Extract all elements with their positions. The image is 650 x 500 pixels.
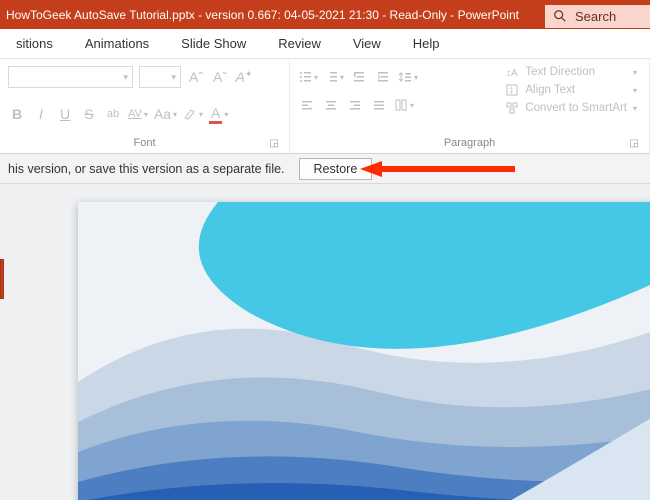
justify-button[interactable]	[370, 94, 388, 116]
chevron-down-icon: ▾	[340, 73, 344, 82]
font-name-combo[interactable]: ▾	[8, 66, 133, 88]
increase-font-size-button[interactable]: Aˆ	[187, 66, 205, 88]
annotation-arrow-icon	[360, 160, 515, 178]
svg-text:‡: ‡	[509, 86, 513, 95]
paragraph-group: ▾ ▾ ▾ ▾ ↕A Text Direction▾	[290, 59, 650, 153]
align-right-icon	[348, 98, 362, 112]
dialog-launcher-icon[interactable]: ◲	[270, 138, 279, 149]
slide-canvas[interactable]	[78, 202, 650, 500]
chevron-down-icon: ▾	[144, 110, 148, 119]
slide-editor-area	[0, 184, 650, 500]
align-right-button[interactable]	[346, 94, 364, 116]
chevron-down-icon: ▾	[123, 72, 128, 83]
tab-review[interactable]: Review	[262, 29, 337, 59]
indent-icon	[376, 70, 390, 84]
bullets-button[interactable]: ▾	[298, 66, 318, 88]
search-icon	[553, 9, 567, 23]
decrease-font-size-button[interactable]: Aˇ	[211, 66, 229, 88]
align-center-button[interactable]	[322, 94, 340, 116]
character-spacing-button[interactable]: AV▾	[128, 103, 148, 125]
clear-formatting-button[interactable]: A✦	[235, 66, 253, 88]
align-left-button[interactable]	[298, 94, 316, 116]
bold-button[interactable]: B	[8, 103, 26, 125]
increase-indent-button[interactable]	[374, 66, 392, 88]
line-spacing-icon	[398, 70, 412, 84]
tab-view[interactable]: View	[337, 29, 397, 59]
align-center-icon	[324, 98, 338, 112]
font-highlight-button[interactable]: ▾	[183, 103, 203, 125]
dialog-launcher-icon[interactable]: ◲	[630, 138, 639, 149]
tab-help[interactable]: Help	[397, 29, 456, 59]
tab-transitions[interactable]: sitions	[0, 29, 69, 59]
decrease-indent-button[interactable]	[350, 66, 368, 88]
outdent-icon	[352, 70, 366, 84]
chevron-down-icon: ▾	[171, 72, 176, 83]
search-box[interactable]: Search	[545, 5, 650, 28]
justify-icon	[372, 98, 386, 112]
thumbnail-accent	[0, 259, 4, 299]
bullets-icon	[298, 70, 312, 84]
numbering-icon	[324, 70, 338, 84]
text-direction-icon: ↕A	[505, 65, 519, 79]
italic-button[interactable]: I	[32, 103, 50, 125]
title-bar-text: HowToGeek AutoSave Tutorial.pptx - versi…	[0, 8, 545, 22]
line-spacing-button[interactable]: ▾	[398, 66, 418, 88]
chevron-down-icon: ▾	[410, 101, 414, 110]
highlight-icon	[183, 107, 197, 121]
columns-button[interactable]: ▾	[394, 94, 414, 116]
chevron-down-icon: ▾	[224, 110, 228, 119]
font-size-combo[interactable]: ▾	[139, 66, 181, 88]
chevron-down-icon: ▾	[633, 104, 637, 113]
tab-animations[interactable]: Animations	[69, 29, 165, 59]
chevron-down-icon: ▾	[414, 73, 418, 82]
restore-message: his version, or save this version as a s…	[8, 162, 285, 176]
title-bar: HowToGeek AutoSave Tutorial.pptx - versi…	[0, 0, 650, 29]
slide-background-art	[78, 202, 650, 500]
strikethrough-button[interactable]: S	[80, 103, 98, 125]
ribbon-tabs: sitions Animations Slide Show Review Vie…	[0, 29, 650, 59]
smartart-icon	[505, 101, 519, 115]
svg-text:↕A: ↕A	[506, 68, 518, 79]
convert-smartart-button[interactable]: Convert to SmartArt▾	[505, 101, 637, 115]
chevron-down-icon: ▾	[633, 68, 637, 77]
tab-slide-show[interactable]: Slide Show	[165, 29, 262, 59]
restore-button[interactable]: Restore	[299, 158, 373, 180]
text-direction-button[interactable]: ↕A Text Direction▾	[505, 65, 637, 79]
chevron-down-icon: ▾	[173, 110, 177, 119]
align-text-icon: ‡	[505, 83, 519, 97]
ribbon-body: ▾ ▾ Aˆ Aˇ A✦ B I U S ab AV▾ Aa▾ ▾ A▾ Fon…	[0, 59, 650, 154]
text-shadow-button[interactable]: ab	[104, 103, 122, 125]
align-text-button[interactable]: ‡ Align Text▾	[505, 83, 637, 97]
chevron-down-icon: ▾	[199, 110, 203, 119]
numbering-button[interactable]: ▾	[324, 66, 344, 88]
align-left-icon	[300, 98, 314, 112]
underline-button[interactable]: U	[56, 103, 74, 125]
paragraph-group-label: Paragraph◲	[298, 137, 641, 151]
restore-notification-bar: his version, or save this version as a s…	[0, 154, 650, 184]
change-case-button[interactable]: Aa▾	[154, 103, 177, 125]
chevron-down-icon: ▾	[633, 86, 637, 95]
font-group-label: Font◲	[8, 137, 281, 151]
chevron-down-icon: ▾	[314, 73, 318, 82]
font-color-button[interactable]: A▾	[209, 103, 228, 125]
columns-icon	[394, 98, 408, 112]
font-group: ▾ ▾ Aˆ Aˇ A✦ B I U S ab AV▾ Aa▾ ▾ A▾ Fon…	[0, 59, 290, 153]
search-label: Search	[575, 9, 616, 24]
